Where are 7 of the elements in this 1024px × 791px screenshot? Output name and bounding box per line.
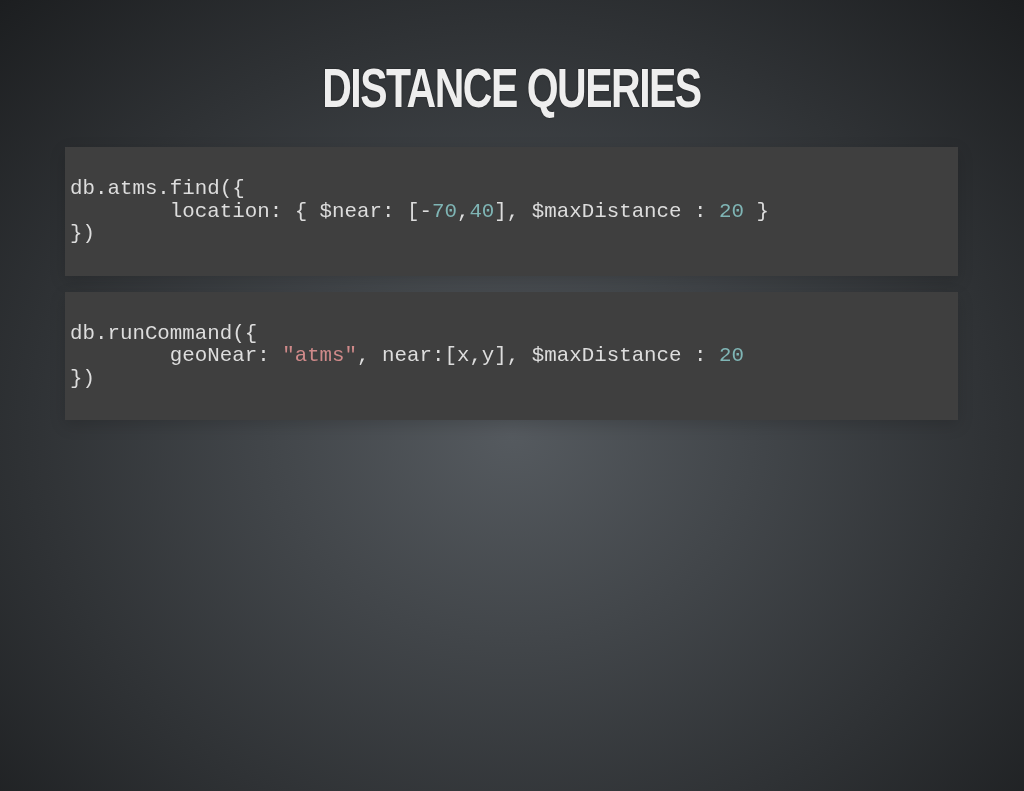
- code-line: }): [70, 223, 96, 246]
- code-line: db.runCommand({: [70, 322, 259, 345]
- code-line: }): [70, 367, 96, 390]
- code-line: location: { $near: [-70,40], $maxDistance : 20 }: [168, 200, 770, 223]
- slide-title: DISTANCE QUERIES: [322, 60, 701, 117]
- code-line: db.atms.find({: [70, 178, 246, 201]
- code-line: geoNear: "atms", near:[x,y], $maxDistance : 20: [168, 345, 745, 368]
